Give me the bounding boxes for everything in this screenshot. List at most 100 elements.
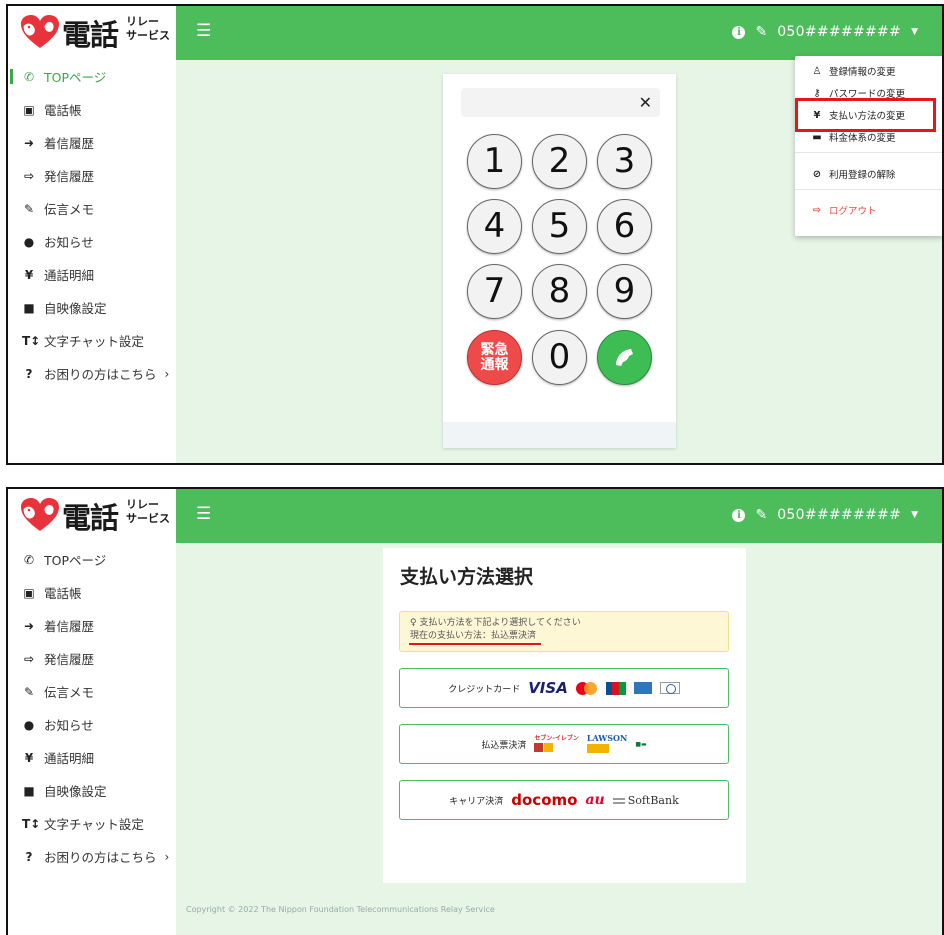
- payment-option-carrier[interactable]: キャリア決済 docomo au SoftBank: [399, 780, 729, 820]
- notice-line1: 支払い方法を下記より選択してください: [419, 618, 581, 628]
- chevron-right-icon: ›: [164, 366, 170, 381]
- sidebar-item-incoming[interactable]: ➜ 着信履歴: [8, 126, 176, 159]
- visa-logo: VISA: [528, 679, 568, 697]
- logo-sub-line1: リレー: [126, 498, 159, 511]
- sidebar-item-label: 発信履歴: [44, 652, 95, 667]
- key-8[interactable]: 8: [532, 264, 587, 319]
- screen-payment: 電話 リレー サービス ☰ i ✎ 050######## ▼ ✆ TOPページ …: [6, 487, 944, 935]
- option-label: 払込票決済: [481, 740, 527, 751]
- payment-notice: ♀ 支払い方法を下記より選択してください 現在の支払い方法：払込票決済: [399, 611, 729, 652]
- phone-icon: ✆: [23, 69, 35, 84]
- softbank-text: SoftBank: [627, 793, 679, 807]
- sidebar-item-incoming[interactable]: ➜ 着信履歴: [8, 609, 176, 642]
- sign-out-icon: ⇨: [812, 204, 822, 216]
- current-payment-method: 現在の支払い方法：払込票決済: [410, 631, 537, 641]
- key-6[interactable]: 6: [597, 199, 652, 254]
- sidebar-item-label: お困りの方はこちら: [44, 850, 157, 865]
- sidebar-item-memo[interactable]: ✎ 伝言メモ: [8, 192, 176, 225]
- address-book-icon: ▣: [23, 102, 35, 117]
- sidebar-item-outgoing[interactable]: ⇨ 発信履歴: [8, 159, 176, 192]
- menu-item-edit-registration[interactable]: ♙ 登録情報の変更: [795, 60, 942, 82]
- sidebar-item-text-chat[interactable]: T↕ 文字チャット設定: [8, 807, 176, 840]
- info-icon[interactable]: i: [732, 508, 746, 522]
- top-bar: ☰ i ✎ 050######## ▼: [176, 489, 942, 543]
- highlight-box: [795, 98, 936, 132]
- sidebar-item-outgoing[interactable]: ⇨ 発信履歴: [8, 642, 176, 675]
- account-dropdown-toggle[interactable]: 050########: [777, 507, 901, 523]
- sidebar-item-help[interactable]: ? お困りの方はこちら ›: [8, 840, 176, 873]
- phone-call-icon: [615, 349, 633, 366]
- sidebar-item-top[interactable]: ✆ TOPページ: [8, 543, 176, 576]
- sidebar-item-label: お困りの方はこちら: [44, 367, 157, 382]
- top-bar: ☰ i ✎ 050######## ▼: [176, 6, 942, 60]
- sidebar-item-label: 文字チャット設定: [44, 334, 144, 349]
- sidebar-item-help[interactable]: ? お困りの方はこちら ›: [8, 357, 176, 390]
- emergency-label-line1: 緊急: [480, 342, 509, 358]
- menu-divider: [795, 189, 942, 190]
- key-5[interactable]: 5: [532, 199, 587, 254]
- jcb-logo-icon: [605, 681, 626, 695]
- key-0[interactable]: 0: [532, 330, 587, 385]
- sign-out-icon: ⇨: [23, 168, 35, 183]
- key-4[interactable]: 4: [467, 199, 522, 254]
- sidebar-item-self-video[interactable]: ■ 自映像設定: [8, 774, 176, 807]
- sidebar-item-label: 伝言メモ: [44, 202, 95, 217]
- number-input[interactable]: ✕: [461, 88, 660, 117]
- caret-down-icon[interactable]: ▼: [911, 27, 918, 37]
- key-2[interactable]: 2: [532, 134, 587, 189]
- dial-pad: ✕ 1 2 3 4 5 6 7 8 9 緊急 通報 0: [443, 74, 676, 448]
- lawson-logo: LAWSON: [586, 732, 628, 743]
- sidebar-item-news[interactable]: ● お知らせ: [8, 225, 176, 258]
- sidebar-item-label: 発信履歴: [44, 169, 95, 184]
- sidebar-item-phonebook[interactable]: ▣ 電話帳: [8, 93, 176, 126]
- logo-sub-line2: サービス: [126, 512, 170, 525]
- menu-item-unregister[interactable]: ⊘ 利用登録の解除: [795, 163, 942, 185]
- sidebar-item-label: TOPページ: [44, 553, 107, 568]
- hamburger-menu-icon[interactable]: ☰: [196, 23, 211, 40]
- logo-sub-line1: リレー: [126, 15, 159, 28]
- sidebar: ✆ TOPページ ▣ 電話帳 ➜ 着信履歴 ⇨ 発信履歴 ✎ 伝言メモ ● お知らせ ¥ 通話…: [8, 543, 176, 935]
- account-dropdown-toggle[interactable]: 050########: [777, 24, 901, 40]
- sidebar-item-news[interactable]: ● お知らせ: [8, 708, 176, 741]
- edit-icon: ✎: [755, 507, 768, 523]
- dialpad-footer: [443, 422, 676, 448]
- call-button[interactable]: [597, 330, 652, 385]
- key-7[interactable]: 7: [467, 264, 522, 319]
- sidebar-item-memo[interactable]: ✎ 伝言メモ: [8, 675, 176, 708]
- payment-option-credit-card[interactable]: クレジットカード VISA: [399, 668, 729, 708]
- text-height-icon: T↕: [22, 816, 41, 831]
- familymart-logo-icon: ■▬: [635, 740, 647, 748]
- sidebar-item-text-chat[interactable]: T↕ 文字チャット設定: [8, 324, 176, 357]
- clear-icon[interactable]: ✕: [639, 93, 652, 112]
- option-label: キャリア決済: [449, 796, 504, 807]
- au-logo: au: [585, 792, 605, 808]
- video-icon: ■: [23, 783, 35, 798]
- key-3[interactable]: 3: [597, 134, 652, 189]
- sidebar-item-phonebook[interactable]: ▣ 電話帳: [8, 576, 176, 609]
- key-9[interactable]: 9: [597, 264, 652, 319]
- info-icon[interactable]: i: [732, 25, 746, 39]
- logo[interactable]: 電話 リレー サービス: [8, 489, 176, 543]
- payment-option-bill[interactable]: 払込票決済 セブン-イレブン LAWSON ■▬: [399, 724, 729, 764]
- sidebar-item-label: 通話明細: [44, 268, 95, 283]
- sidebar-item-label: 文字チャット設定: [44, 817, 144, 832]
- key-1[interactable]: 1: [467, 134, 522, 189]
- edit-icon: ✎: [23, 201, 35, 216]
- page-title: 支払い方法選択: [400, 566, 534, 588]
- hamburger-menu-icon[interactable]: ☰: [196, 506, 211, 523]
- sidebar-item-top[interactable]: ✆ TOPページ: [8, 60, 176, 93]
- logo[interactable]: 電話 リレー サービス: [8, 6, 176, 60]
- sidebar-item-call-details[interactable]: ¥ 通話明細: [8, 258, 176, 291]
- menu-item-logout[interactable]: ⇨ ログアウト: [795, 199, 942, 221]
- menu-divider: [795, 152, 942, 153]
- sidebar-item-self-video[interactable]: ■ 自映像設定: [8, 291, 176, 324]
- yen-icon: ¥: [24, 750, 34, 765]
- logo-sub-line2: サービス: [126, 29, 170, 42]
- account-area: i ✎ 050######## ▼: [732, 24, 918, 40]
- emergency-button[interactable]: 緊急 通報: [467, 330, 522, 385]
- sidebar-item-label: お知らせ: [44, 718, 94, 733]
- sidebar-item-call-details[interactable]: ¥ 通話明細: [8, 741, 176, 774]
- caret-down-icon[interactable]: ▼: [911, 510, 918, 520]
- info-icon: ●: [23, 234, 35, 249]
- logo-sub-text: リレー サービス: [126, 15, 170, 43]
